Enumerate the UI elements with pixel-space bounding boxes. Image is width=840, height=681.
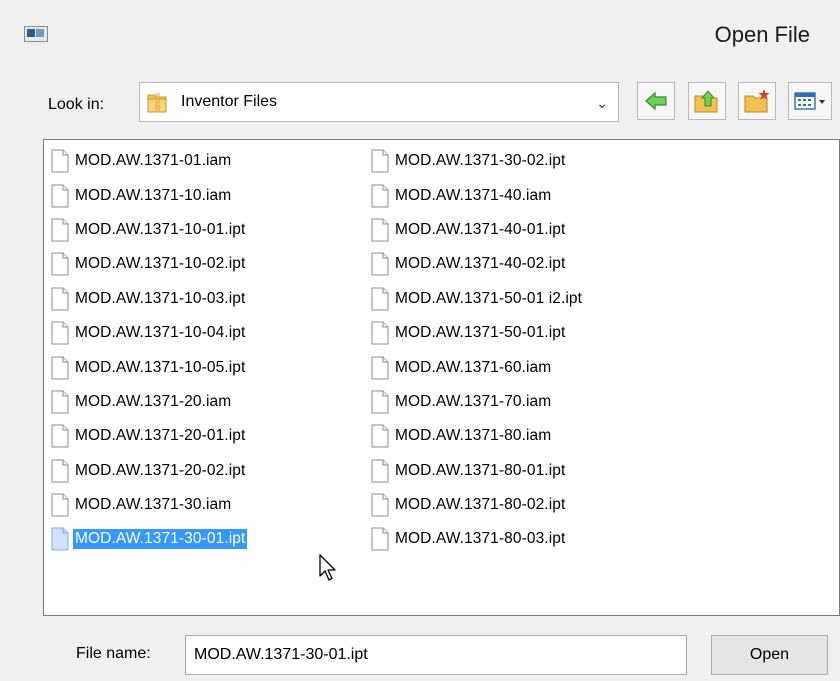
file-name-label: MOD.AW.1371-80-03.ipt (395, 530, 566, 548)
title-bar: Open File (0, 0, 840, 70)
file-name-label: MOD.AW.1371-30.iam (75, 496, 232, 514)
file-item[interactable]: MOD.AW.1371-10-04.ipt (51, 316, 247, 350)
look-in-label: Look in: (48, 96, 105, 113)
file-column-1: MOD.AW.1371-01.iam MOD.AW.1371-10.iam MO… (51, 144, 248, 557)
file-icon (51, 218, 69, 242)
file-name-label: MOD.AW.1371-40.iam (395, 186, 552, 204)
file-icon (51, 527, 69, 551)
file-item[interactable]: MOD.AW.1371-01.iam (51, 144, 247, 178)
file-item[interactable]: MOD.AW.1371-30-02.ipt (371, 144, 584, 178)
file-name-label: MOD.AW.1371-10-05.ipt (75, 358, 246, 376)
file-name-label: MOD.AW.1371-01.iam (75, 152, 232, 170)
file-item[interactable]: MOD.AW.1371-20.iam (51, 385, 247, 419)
file-icon (51, 149, 69, 173)
file-name-label: MOD.AW.1371-20-01.ipt (75, 427, 246, 445)
file-item[interactable]: MOD.AW.1371-20-01.ipt (51, 419, 247, 453)
file-item[interactable]: MOD.AW.1371-80-02.ipt (371, 488, 584, 522)
file-icon (51, 390, 69, 414)
file-icon (51, 356, 69, 380)
file-name-label: MOD.AW.1371-10-02.ipt (75, 255, 246, 273)
up-folder-button[interactable] (688, 82, 726, 120)
file-item[interactable]: MOD.AW.1371-10.iam (51, 178, 247, 212)
file-item[interactable]: MOD.AW.1371-20-02.ipt (51, 454, 247, 488)
file-icon (371, 184, 389, 208)
file-item[interactable]: MOD.AW.1371-30.iam (51, 488, 247, 522)
file-name-label: MOD.AW.1371-10-03.ipt (75, 289, 246, 307)
file-name-label: MOD.AW.1371-60.iam (395, 358, 552, 376)
view-menu-icon (794, 92, 825, 110)
file-icon (371, 356, 389, 380)
file-icon (371, 527, 389, 551)
new-folder-icon (744, 89, 770, 113)
back-button[interactable] (637, 82, 675, 120)
file-item[interactable]: MOD.AW.1371-80.iam (371, 419, 584, 453)
file-name-label: MOD.AW.1371-50-01 i2.ipt (395, 289, 583, 307)
file-icon (51, 321, 69, 345)
file-name-label: MOD.AW.1371-30-01.ipt (73, 529, 248, 550)
file-icon (371, 218, 389, 242)
file-name-label: MOD.AW.1371-70.iam (395, 392, 552, 410)
file-item[interactable]: MOD.AW.1371-50-01 i2.ipt (371, 282, 584, 316)
file-icon (51, 252, 69, 276)
file-icon (371, 459, 389, 483)
file-name-label: MOD.AW.1371-80-02.ipt (395, 496, 566, 514)
new-folder-button[interactable] (738, 82, 776, 120)
file-icon (371, 321, 389, 345)
file-item[interactable]: MOD.AW.1371-80-03.ipt (371, 522, 584, 556)
file-name-label-text: File name: (76, 645, 151, 662)
file-name-label: MOD.AW.1371-10.iam (75, 186, 232, 204)
file-name-label: MOD.AW.1371-50-01.ipt (395, 324, 566, 342)
file-item[interactable]: MOD.AW.1371-50-01.ipt (371, 316, 584, 350)
folder-icon (147, 93, 167, 113)
file-icon (51, 459, 69, 483)
chevron-down-icon[interactable]: ⌄ (596, 95, 608, 112)
window-title: Open File (714, 22, 810, 47)
file-name-label: MOD.AW.1371-20-02.ipt (75, 461, 246, 479)
look-in-dropdown[interactable]: Inventor Files ⌄ (139, 82, 619, 122)
file-item[interactable]: MOD.AW.1371-10-01.ipt (51, 213, 247, 247)
mouse-cursor-icon (319, 554, 336, 581)
up-folder-icon (694, 90, 718, 113)
look-in-value: Inventor Files (181, 93, 278, 110)
file-item[interactable]: MOD.AW.1371-10-03.ipt (51, 282, 247, 316)
file-icon (51, 287, 69, 311)
file-name-label: MOD.AW.1371-40-02.ipt (395, 255, 566, 273)
file-name-input[interactable] (185, 635, 687, 675)
file-item[interactable]: MOD.AW.1371-40.iam (371, 178, 584, 212)
file-icon (371, 390, 389, 414)
file-name-label: MOD.AW.1371-80.iam (395, 427, 552, 445)
file-item[interactable]: MOD.AW.1371-70.iam (371, 385, 584, 419)
file-name-label: MOD.AW.1371-30-02.ipt (395, 152, 566, 170)
file-name-label: MOD.AW.1371-80-01.ipt (395, 461, 566, 479)
view-menu-button[interactable] (788, 82, 832, 120)
file-icon (371, 252, 389, 276)
file-item[interactable]: MOD.AW.1371-60.iam (371, 350, 584, 384)
open-button[interactable]: Open (711, 635, 828, 675)
file-name-label: MOD.AW.1371-40-01.ipt (395, 220, 566, 238)
file-name-label: MOD.AW.1371-20.iam (75, 392, 232, 410)
file-icon (371, 149, 389, 173)
file-icon (371, 424, 389, 448)
file-item[interactable]: MOD.AW.1371-80-01.ipt (371, 454, 584, 488)
file-item-selected[interactable]: MOD.AW.1371-30-01.ipt (51, 522, 248, 556)
file-column-2: MOD.AW.1371-30-02.ipt MOD.AW.1371-40.iam… (371, 144, 584, 557)
file-name-label: MOD.AW.1371-10-04.ipt (75, 324, 246, 342)
file-icon (51, 424, 69, 448)
file-item[interactable]: MOD.AW.1371-40-01.ipt (371, 213, 584, 247)
file-item[interactable]: MOD.AW.1371-10-05.ipt (51, 350, 247, 384)
file-item[interactable]: MOD.AW.1371-40-02.ipt (371, 247, 584, 281)
file-item[interactable]: MOD.AW.1371-10-02.ipt (51, 247, 247, 281)
app-window-icon (24, 26, 48, 42)
file-icon (371, 493, 389, 517)
file-list[interactable]: MOD.AW.1371-01.iam MOD.AW.1371-10.iam MO… (43, 139, 840, 616)
back-arrow-icon (645, 91, 667, 111)
file-name-label: MOD.AW.1371-10-01.ipt (75, 220, 246, 238)
file-icon (371, 287, 389, 311)
file-icon (51, 184, 69, 208)
file-icon (51, 493, 69, 517)
